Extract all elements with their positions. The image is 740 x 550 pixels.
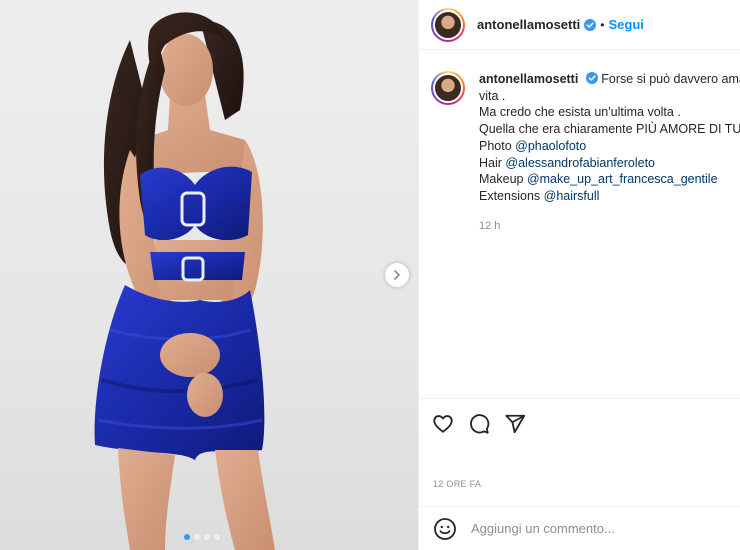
mention-link[interactable]: @make_up_art_francesca_gentile xyxy=(527,172,718,186)
header-separator: • xyxy=(600,17,605,32)
avatar xyxy=(433,73,463,103)
avatar xyxy=(433,9,463,40)
credit-line: Makeup @make_up_art_francesca_gentile xyxy=(479,171,740,188)
share-icon xyxy=(505,414,526,433)
caption-text: vita . xyxy=(479,88,506,103)
mention-link[interactable]: @alessandrofabianferoleto xyxy=(505,156,655,170)
caption-text: Forse si può davvero amare xyxy=(601,72,740,86)
comment-input[interactable] xyxy=(471,521,711,536)
caption-age[interactable]: 12 h xyxy=(479,218,740,235)
credit-prefix: Hair xyxy=(479,155,506,170)
credit-prefix: Makeup xyxy=(479,172,527,187)
emoji-icon[interactable] xyxy=(433,517,457,541)
carousel-dot xyxy=(204,534,210,540)
carousel-dot xyxy=(194,534,200,540)
caption-line: antonellamosetti Forse si può davvero am… xyxy=(479,71,740,88)
carousel-dot xyxy=(184,534,190,540)
carousel-dot xyxy=(214,534,220,540)
carousel-next-button[interactable] xyxy=(385,263,409,287)
share-button[interactable] xyxy=(503,412,527,436)
header-username[interactable]: antonellamosetti xyxy=(477,17,580,32)
caption-body: antonellamosetti Forse si può davvero am… xyxy=(479,71,740,234)
credit-line: Hair @alessandrofabianferoleto xyxy=(479,155,740,172)
carousel-indicator xyxy=(184,534,220,540)
post-photo xyxy=(94,12,275,550)
mention-link[interactable]: @phaolofoto xyxy=(515,139,586,153)
caption-avatar[interactable] xyxy=(431,71,465,105)
chevron-right-icon xyxy=(394,270,400,280)
caption-text: Quella che era chiaramente PIÙ AMORE DI … xyxy=(479,122,740,137)
add-comment-bar xyxy=(419,506,740,550)
credit-prefix: Photo xyxy=(479,138,516,153)
caption-username[interactable]: antonellamosetti xyxy=(479,72,578,86)
post-media xyxy=(0,0,418,550)
post-side-panel: antonellamosetti • Segui antonellamosett… xyxy=(418,0,740,550)
verified-badge-icon xyxy=(585,72,598,84)
comments-section: antonellamosetti Forse si può davvero am… xyxy=(419,51,740,398)
credit-line: Extensions @hairsfull xyxy=(479,188,740,205)
instagram-post: antonellamosetti • Segui antonellamosett… xyxy=(0,0,740,550)
verified-badge-icon xyxy=(584,18,597,31)
heart-icon xyxy=(433,414,453,433)
caption: antonellamosetti Forse si può davvero am… xyxy=(431,71,740,234)
credit-line: Photo @phaolofoto xyxy=(479,138,740,155)
like-button[interactable] xyxy=(431,412,455,436)
post-header: antonellamosetti • Segui xyxy=(419,0,740,50)
comment-icon xyxy=(470,413,490,434)
mention-link[interactable]: @hairsfull xyxy=(544,189,600,203)
action-bar xyxy=(419,398,740,448)
follow-button[interactable]: Segui xyxy=(609,17,644,32)
comment-button[interactable] xyxy=(467,412,491,436)
credit-prefix: Extensions xyxy=(479,188,544,203)
post-timestamp[interactable]: 12 ORE FA xyxy=(433,479,481,489)
caption-text: Ma credo che esista un'ultima volta . xyxy=(479,105,681,120)
header-avatar[interactable] xyxy=(431,7,465,42)
